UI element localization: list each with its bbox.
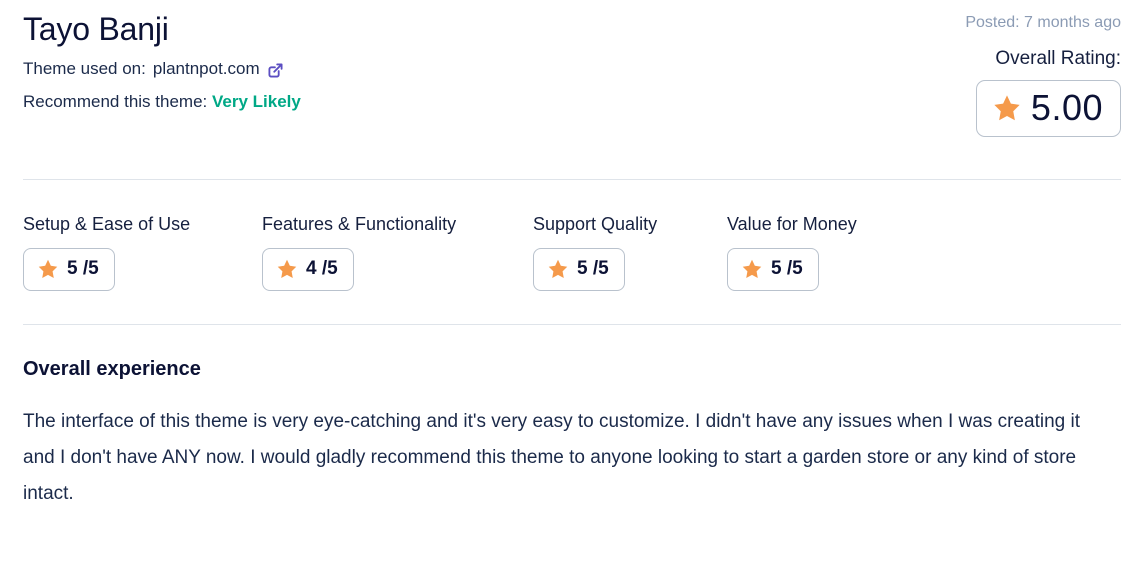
- category-ratings: Setup & Ease of Use 5 /5 Features & Func…: [23, 180, 1121, 291]
- star-icon: [37, 258, 59, 280]
- category-setup-ease-of-use: Setup & Ease of Use 5 /5: [23, 212, 262, 291]
- category-support-quality: Support Quality 5 /5: [533, 212, 727, 291]
- score-pill: 5 /5: [533, 248, 625, 291]
- recommend-row: Recommend this theme: Very Likely: [23, 89, 301, 115]
- category-features-functionality: Features & Functionality 4 /5: [262, 212, 533, 291]
- recommend-value: Very Likely: [211, 92, 301, 111]
- overall-experience-body: The interface of this theme is very eye-…: [23, 411, 1080, 504]
- review-header: Tayo Banji Theme used on: plantnpot.com …: [23, 0, 1121, 137]
- category-value-for-money: Value for Money 5 /5: [727, 212, 857, 291]
- overall-experience-title: Overall experience: [23, 358, 201, 380]
- category-label: Features & Functionality: [262, 214, 457, 234]
- theme-used-row: Theme used on: plantnpot.com: [23, 56, 301, 82]
- star-icon: [276, 258, 298, 280]
- overall-rating-value: 5.00: [1030, 87, 1103, 128]
- score-value: 5 /5: [67, 258, 99, 279]
- theme-site-link[interactable]: plantnpot.com: [153, 56, 260, 82]
- overall-experience-section: Overall experience The interface of this…: [23, 325, 1121, 512]
- score-value: 5 /5: [771, 258, 803, 279]
- score-pill: 4 /5: [262, 248, 354, 291]
- score-value: 4 /5: [306, 258, 338, 279]
- category-label: Value for Money: [727, 214, 857, 234]
- overall-rating-label: Overall Rating:: [995, 48, 1121, 69]
- score-pill: 5 /5: [23, 248, 115, 291]
- theme-used-label: Theme used on:: [23, 59, 146, 78]
- star-icon: [992, 93, 1022, 123]
- category-label: Support Quality: [533, 214, 658, 234]
- score-value: 5 /5: [577, 258, 609, 279]
- posted-timestamp: Posted: 7 months ago: [965, 14, 1121, 31]
- score-pill: 5 /5: [727, 248, 819, 291]
- star-icon: [547, 258, 569, 280]
- recommend-label: Recommend this theme:: [23, 92, 208, 111]
- star-icon: [741, 258, 763, 280]
- category-label: Setup & Ease of Use: [23, 214, 191, 234]
- reviewer-block: Tayo Banji Theme used on: plantnpot.com …: [23, 9, 301, 115]
- overall-rating-box: 5.00: [975, 80, 1121, 137]
- reviewer-name: Tayo Banji: [23, 11, 169, 47]
- header-right: Posted: 7 months ago Overall Rating: 5.0…: [965, 9, 1121, 137]
- review-card: Tayo Banji Theme used on: plantnpot.com …: [0, 0, 1144, 565]
- external-link-icon[interactable]: [267, 62, 284, 79]
